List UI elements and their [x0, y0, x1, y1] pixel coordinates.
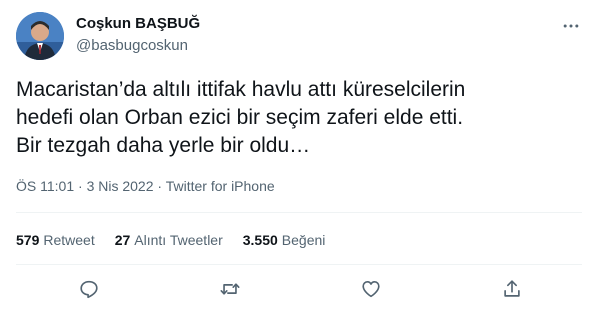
tweet-date[interactable]: 3 Nis 2022: [87, 178, 154, 194]
meta-separator: ·: [157, 178, 163, 194]
like-label: Beğeni: [281, 232, 326, 248]
tweet-card: Coşkun BAŞBUĞ @basbugcoskun Macaristan’d…: [0, 0, 598, 313]
like-button[interactable]: [356, 274, 386, 304]
action-bar: [16, 274, 582, 304]
retweet-count: 579: [16, 232, 40, 248]
tweet-stats: 579 Retweet 27 Alıntı Tweetler 3.550 Beğeni: [16, 228, 345, 252]
tweet-meta: ÖS 11:01 · 3 Nis 2022 · Twitter for iPho…: [16, 178, 275, 194]
tweet-text: Macaristan’da altılı ittifak havlu attı …: [16, 78, 466, 157]
quote-count: 27: [114, 232, 131, 248]
quote-label: Alıntı Tweetler: [134, 232, 223, 248]
author-name[interactable]: Coşkun BAŞBUĞ: [76, 15, 200, 32]
quote-count-link[interactable]: 27 Alıntı Tweetler: [115, 232, 223, 248]
profile-photo: [16, 12, 64, 60]
retweet-label: Retweet: [43, 232, 95, 248]
meta-separator: ·: [78, 178, 83, 194]
divider: [16, 212, 582, 213]
divider: [16, 264, 582, 265]
reply-icon: [80, 280, 98, 299]
retweet-count-link[interactable]: 579 Retweet: [16, 232, 95, 248]
like-count-link[interactable]: 3.550 Beğeni: [243, 232, 326, 248]
retweet-button[interactable]: [215, 274, 245, 304]
retweet-icon: [220, 283, 240, 295]
tweet-time[interactable]: ÖS 11:01: [16, 178, 74, 194]
more-options-button[interactable]: [559, 14, 583, 38]
avatar[interactable]: [16, 12, 64, 60]
share-button[interactable]: [497, 274, 527, 304]
author-handle[interactable]: @basbugcoskun: [76, 37, 188, 54]
reply-button[interactable]: [74, 274, 104, 304]
like-count: 3.550: [242, 232, 278, 248]
share-icon: [504, 280, 520, 297]
tweet-source[interactable]: Twitter for iPhone: [166, 178, 275, 194]
more-horizontal-icon: [563, 24, 579, 28]
heart-icon: [362, 281, 380, 298]
